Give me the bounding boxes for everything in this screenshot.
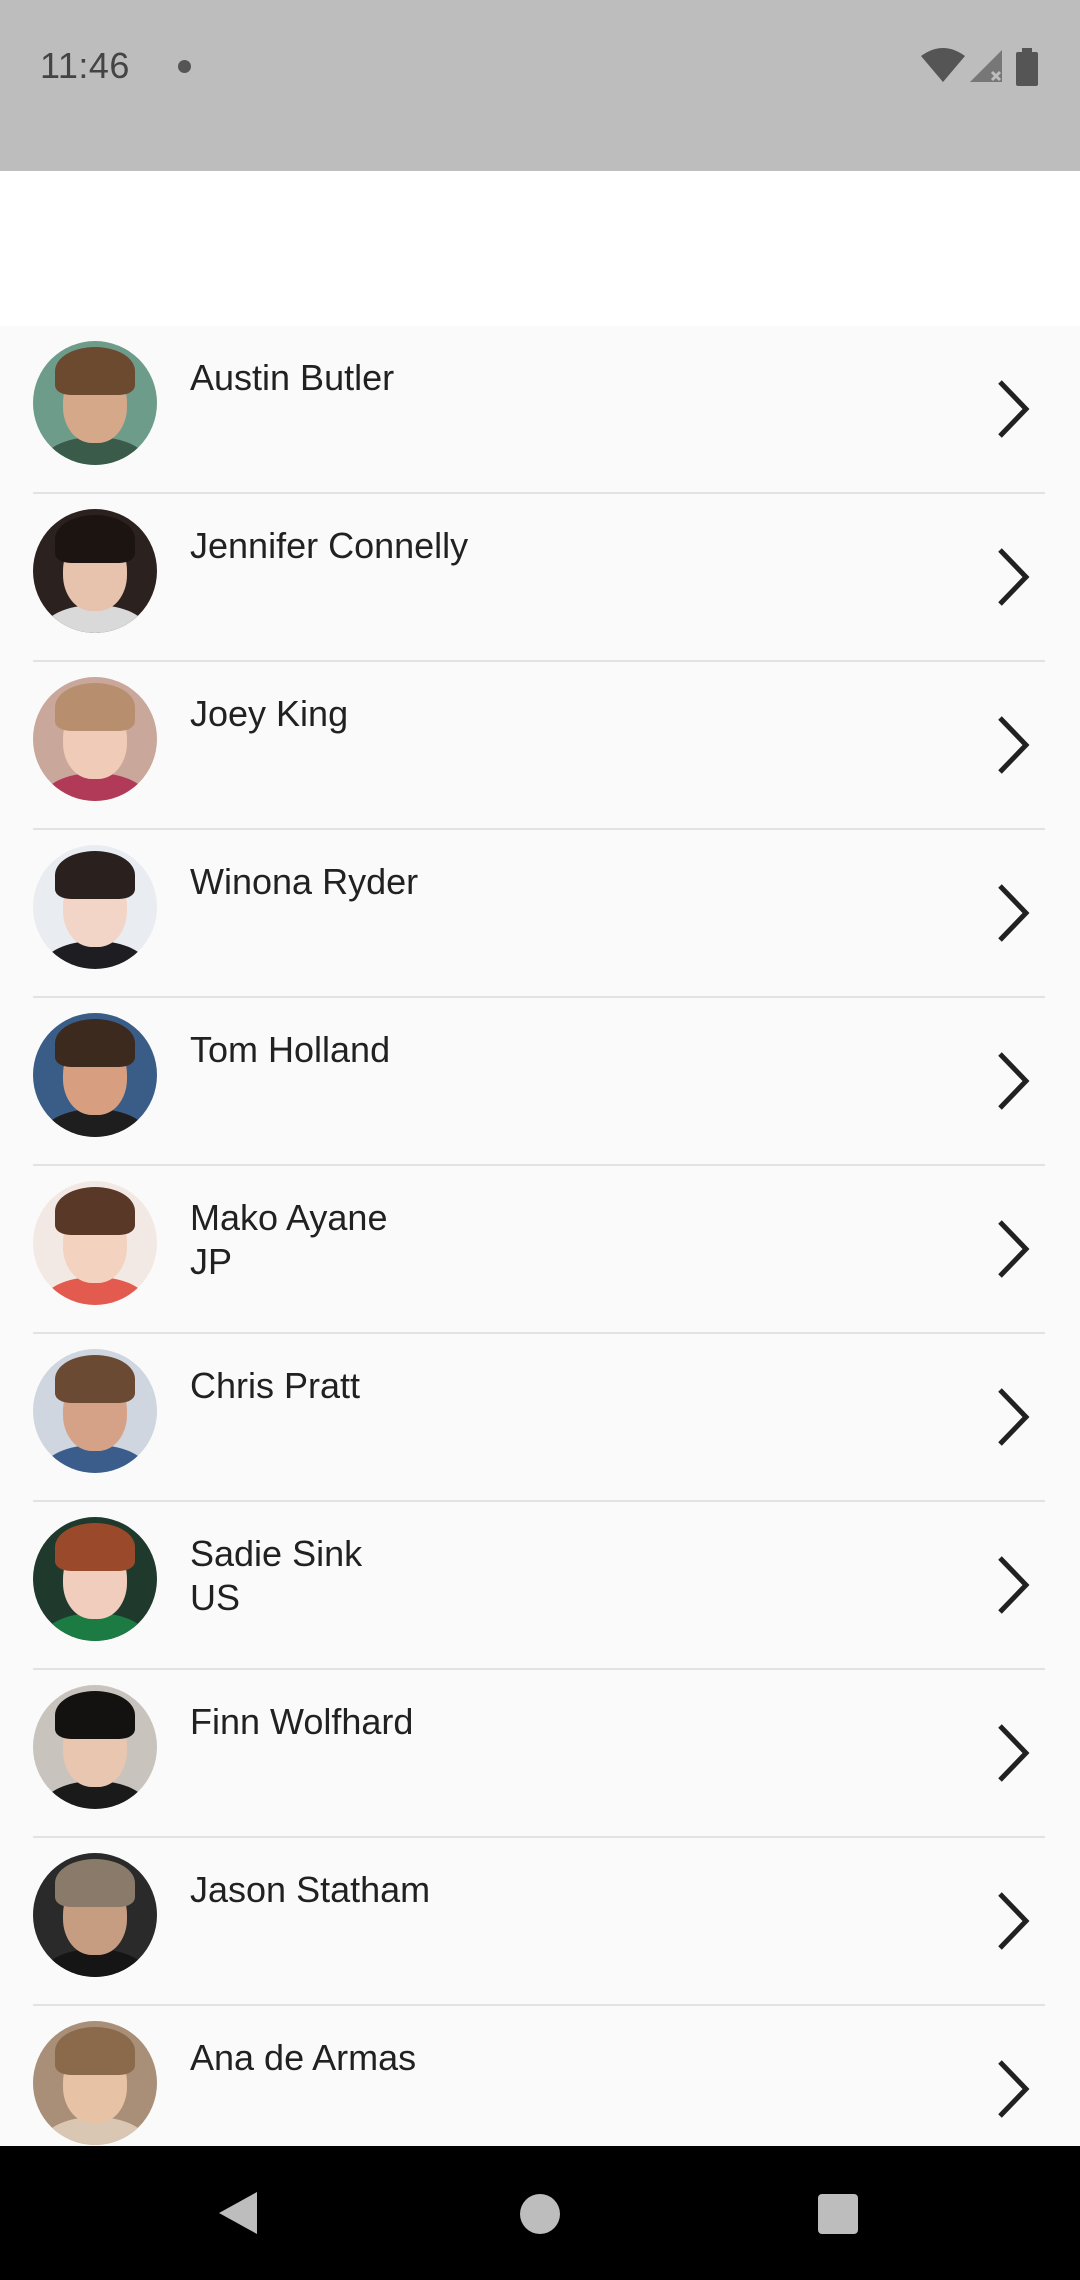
person-name: Ana de Armas [190,2037,417,2078]
notification-dot-icon [178,60,191,73]
person-name: Jason Statham [190,1869,431,1910]
avatar [33,1853,157,1977]
list-item-text: Winona Ryder [190,860,418,904]
back-icon[interactable] [217,2190,259,2236]
people-list[interactable]: Austin Butler Jennifer Connelly Joey King W… [0,326,1080,2146]
person-name: Finn Wolfhard [190,1701,414,1742]
list-item[interactable]: Jennifer Connelly [0,494,1080,662]
person-country: US [190,1577,241,1618]
recents-icon[interactable] [818,2194,858,2234]
avatar [33,1349,157,1473]
battery-icon [1016,48,1038,86]
home-icon[interactable] [520,2194,560,2234]
person-country: JP [190,1241,233,1282]
person-name: Winona Ryder [190,861,419,902]
list-item[interactable]: Winona Ryder [0,830,1080,998]
person-name: Chris Pratt [190,1365,361,1406]
chevron-right-icon[interactable] [994,1050,1034,1112]
list-item-text: Finn Wolfhard [190,1700,413,1744]
list-item[interactable]: Tom Holland [0,998,1080,1166]
person-name: Austin Butler [190,357,395,398]
cell-signal-icon [970,50,1002,82]
chevron-right-icon[interactable] [994,882,1034,944]
person-name: Tom Holland [190,1029,391,1070]
avatar [33,2021,157,2145]
list-item-text: Ana de Armas [190,2036,416,2080]
list-item[interactable]: Chris Pratt [0,1334,1080,1502]
chevron-right-icon[interactable] [994,378,1034,440]
avatar [33,1181,157,1305]
list-item[interactable]: Joey King [0,662,1080,830]
person-name: Mako Ayane [190,1197,388,1238]
avatar [33,1517,157,1641]
list-item[interactable]: Mako Ayane JP [0,1166,1080,1334]
list-item-text: Joey King [190,692,348,736]
list-item[interactable]: Jason Statham [0,1838,1080,2006]
person-name: Joey King [190,693,349,734]
chevron-right-icon[interactable] [994,714,1034,776]
chevron-right-icon[interactable] [994,1554,1034,1616]
chevron-right-icon[interactable] [994,546,1034,608]
list-item-text: Chris Pratt [190,1364,360,1408]
chevron-right-icon[interactable] [994,1890,1034,1952]
list-item-text: Tom Holland [190,1028,390,1072]
navigation-bar [0,2146,1080,2280]
status-time: 11:46 [40,45,130,86]
avatar [33,1013,157,1137]
list-item[interactable]: Ana de Armas [0,2006,1080,2146]
avatar [33,845,157,969]
list-item-text: Jason Statham [190,1868,430,1912]
list-item[interactable]: Finn Wolfhard [0,1670,1080,1838]
status-bar: 11:46 [0,0,1080,171]
avatar [33,1685,157,1809]
list-item[interactable]: Austin Butler [0,326,1080,494]
list-item-text: Sadie Sink US [190,1532,362,1620]
person-name: Jennifer Connelly [190,525,469,566]
list-item-text: Jennifer Connelly [190,524,468,568]
chevron-right-icon[interactable] [994,1218,1034,1280]
list-item-text: Mako Ayane JP [190,1196,387,1284]
chevron-right-icon[interactable] [994,1722,1034,1784]
person-name: Sadie Sink [190,1533,363,1574]
chevron-right-icon[interactable] [994,2058,1034,2120]
chevron-right-icon[interactable] [994,1386,1034,1448]
wifi-icon [921,48,965,82]
avatar [33,677,157,801]
app-bar [0,171,1080,326]
avatar [33,341,157,465]
list-item-text: Austin Butler [190,356,394,400]
list-item[interactable]: Sadie Sink US [0,1502,1080,1670]
avatar [33,509,157,633]
